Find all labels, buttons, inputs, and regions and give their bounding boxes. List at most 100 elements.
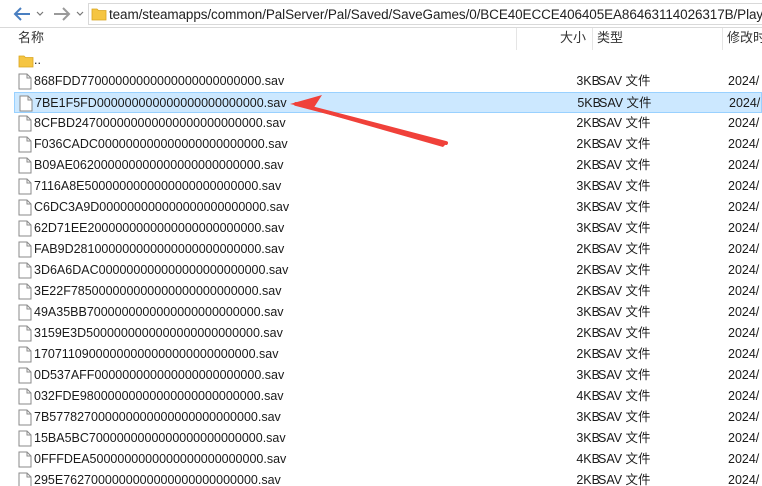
file-name: 8CFBD247000000000000000000000000.sav	[34, 116, 286, 130]
list-item[interactable]: C6DC3A9D000000000000000000000000.sav 3KB S…	[14, 197, 762, 218]
file-date: 2024/	[728, 389, 760, 403]
file-name: 7116A8E5000000000000000000000000.sav	[34, 179, 282, 193]
list-item[interactable]: 0D537AFF000000000000000000000000.sav 3KB S…	[14, 365, 762, 386]
list-item[interactable]: 295E7627000000000000000000000000.sav 2KB S…	[14, 470, 762, 486]
file-name: 3159E3D5000000000000000000000000.sav	[34, 326, 283, 340]
list-item[interactable]: 3D6A6DAC000000000000000000000000.sav 2KB S…	[14, 260, 762, 281]
list-item[interactable]: 17071109000000000000000000000000.sav 2KB S…	[14, 344, 762, 365]
column-header-size[interactable]: 大小	[516, 28, 592, 50]
file-date: 2024/	[728, 368, 760, 382]
back-button[interactable]	[10, 2, 34, 26]
file-type: SAV 文件	[598, 431, 651, 445]
file-size: 2KB	[576, 326, 600, 340]
file-icon	[18, 344, 34, 365]
forward-history-dropdown[interactable]	[74, 2, 86, 26]
file-name: 032FDE98000000000000000000000000.sav	[34, 389, 284, 403]
column-header-name[interactable]: 名称	[14, 28, 516, 50]
file-size: 4KB	[576, 452, 600, 466]
file-size: 5KB	[577, 96, 601, 110]
file-icon	[18, 428, 34, 449]
list-item[interactable]: 62D71EE2000000000000000000000000.sav 3KB S…	[14, 218, 762, 239]
file-name: 7B577827000000000000000000000000.sav	[34, 410, 281, 424]
address-path[interactable]: team/steamapps/common/PalServer/Pal/Save…	[107, 7, 762, 22]
file-type: SAV 文件	[598, 347, 651, 361]
list-item[interactable]: B09AE062000000000000000000000000.sav 2KB S…	[14, 155, 762, 176]
file-type: SAV 文件	[598, 452, 651, 466]
file-icon	[18, 407, 34, 428]
file-size: 2KB	[576, 116, 600, 130]
file-icon	[18, 386, 34, 407]
file-type: SAV 文件	[598, 74, 651, 88]
file-type: SAV 文件	[598, 368, 651, 382]
list-item[interactable]: 7B577827000000000000000000000000.sav 3KB S…	[14, 407, 762, 428]
folder-icon	[18, 50, 34, 71]
file-type: SAV 文件	[598, 200, 651, 214]
file-name: B09AE062000000000000000000000000.sav	[34, 158, 284, 172]
file-icon	[18, 365, 34, 386]
forward-button[interactable]	[50, 2, 74, 26]
file-icon	[18, 281, 34, 302]
file-date: 2024/	[728, 263, 760, 277]
file-size: 3KB	[576, 221, 600, 235]
address-field[interactable]: team/steamapps/common/PalServer/Pal/Save…	[88, 3, 762, 25]
file-icon	[18, 239, 34, 260]
file-name: 868FDD77000000000000000000000000.sav	[34, 74, 285, 88]
file-size: 3KB	[576, 431, 600, 445]
file-date: 2024/	[728, 410, 760, 424]
file-type: SAV 文件	[598, 221, 651, 235]
list-item[interactable]: 868FDD77000000000000000000000000.sav 3KB S…	[14, 71, 762, 92]
list-item[interactable]: 15BA5BC7000000000000000000000000.sav 3KB S…	[14, 428, 762, 449]
file-size: 2KB	[576, 347, 600, 361]
file-date: 2024/	[729, 96, 761, 110]
file-size: 2KB	[576, 473, 600, 486]
list-item[interactable]: 3159E3D5000000000000000000000000.sav 2KB S…	[14, 323, 762, 344]
list-item[interactable]: 032FDE98000000000000000000000000.sav 4KB S…	[14, 386, 762, 407]
arrow-right-icon	[54, 7, 71, 21]
file-type: SAV 文件	[598, 116, 651, 130]
file-type: SAV 文件	[598, 179, 651, 193]
file-name: 17071109000000000000000000000000.sav	[34, 347, 279, 361]
file-name: 49A35BB7000000000000000000000000.sav	[34, 305, 284, 319]
file-size: 3KB	[576, 179, 600, 193]
file-date: 2024/	[728, 242, 760, 256]
chevron-down-icon	[36, 11, 44, 16]
file-name: 295E7627000000000000000000000000.sav	[34, 473, 281, 486]
file-type: SAV 文件	[598, 242, 651, 256]
arrow-left-icon	[13, 7, 30, 21]
file-type: SAV 文件	[598, 305, 651, 319]
list-item[interactable]: 8CFBD247000000000000000000000000.sav 2KB S…	[14, 113, 762, 134]
file-icon	[19, 93, 35, 114]
list-item[interactable]: 0FFFDEA5000000000000000000000000.sav 4KB S…	[14, 449, 762, 470]
file-name: 0D537AFF000000000000000000000000.sav	[34, 368, 285, 382]
list-item[interactable]: F036CADC000000000000000000000000.sav 2KB S…	[14, 134, 762, 155]
file-type: SAV 文件	[598, 284, 651, 298]
file-icon	[18, 323, 34, 344]
file-type: SAV 文件	[598, 263, 651, 277]
file-name: 15BA5BC7000000000000000000000000.sav	[34, 431, 286, 445]
file-date: 2024/	[728, 200, 760, 214]
back-history-dropdown[interactable]	[34, 2, 46, 26]
chevron-down-icon	[76, 11, 84, 16]
list-item[interactable]: 7BE1F5FD000000000000000000000000.sav 5KB S…	[14, 92, 762, 113]
column-header-date[interactable]: 修改时	[722, 28, 762, 50]
list-item[interactable]: 7116A8E5000000000000000000000000.sav 3KB S…	[14, 176, 762, 197]
column-header-type[interactable]: 类型	[592, 28, 722, 50]
file-size: 2KB	[576, 137, 600, 151]
file-icon	[18, 155, 34, 176]
file-date: 2024/	[728, 326, 760, 340]
file-date: 2024/	[728, 347, 760, 361]
file-icon	[18, 113, 34, 134]
file-date: 2024/	[728, 221, 760, 235]
file-date: 2024/	[728, 179, 760, 193]
file-size: 4KB	[576, 389, 600, 403]
file-name: 3E22F785000000000000000000000000.sav	[34, 284, 282, 298]
file-size: 2KB	[576, 242, 600, 256]
folder-icon	[91, 4, 107, 24]
list-item[interactable]: 49A35BB7000000000000000000000000.sav 3KB S…	[14, 302, 762, 323]
file-date: 2024/	[728, 431, 760, 445]
file-type: SAV 文件	[599, 96, 652, 110]
file-type: SAV 文件	[598, 410, 651, 424]
list-item[interactable]: 3E22F785000000000000000000000000.sav 2KB S…	[14, 281, 762, 302]
list-item[interactable]: FAB9D281000000000000000000000000.sav 2KB S…	[14, 239, 762, 260]
list-item-parent-folder[interactable]: ..	[14, 50, 762, 71]
